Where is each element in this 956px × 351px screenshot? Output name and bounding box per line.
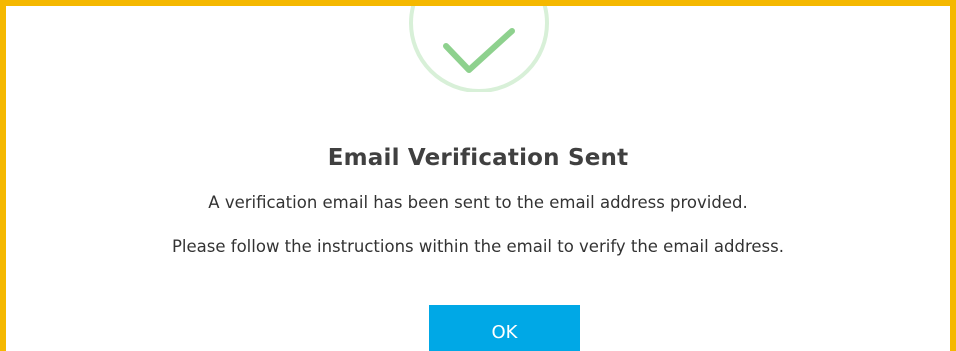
verification-dialog: Email Verification Sent A verification e… [0, 0, 956, 351]
ok-button[interactable]: OK [429, 305, 580, 351]
checkmark-success-icon [406, 6, 552, 92]
dialog-message-sent: A verification email has been sent to th… [208, 193, 748, 212]
dialog-message-instructions: Please follow the instructions within th… [171, 237, 784, 256]
dialog-title: Email Verification Sent [327, 145, 629, 171]
